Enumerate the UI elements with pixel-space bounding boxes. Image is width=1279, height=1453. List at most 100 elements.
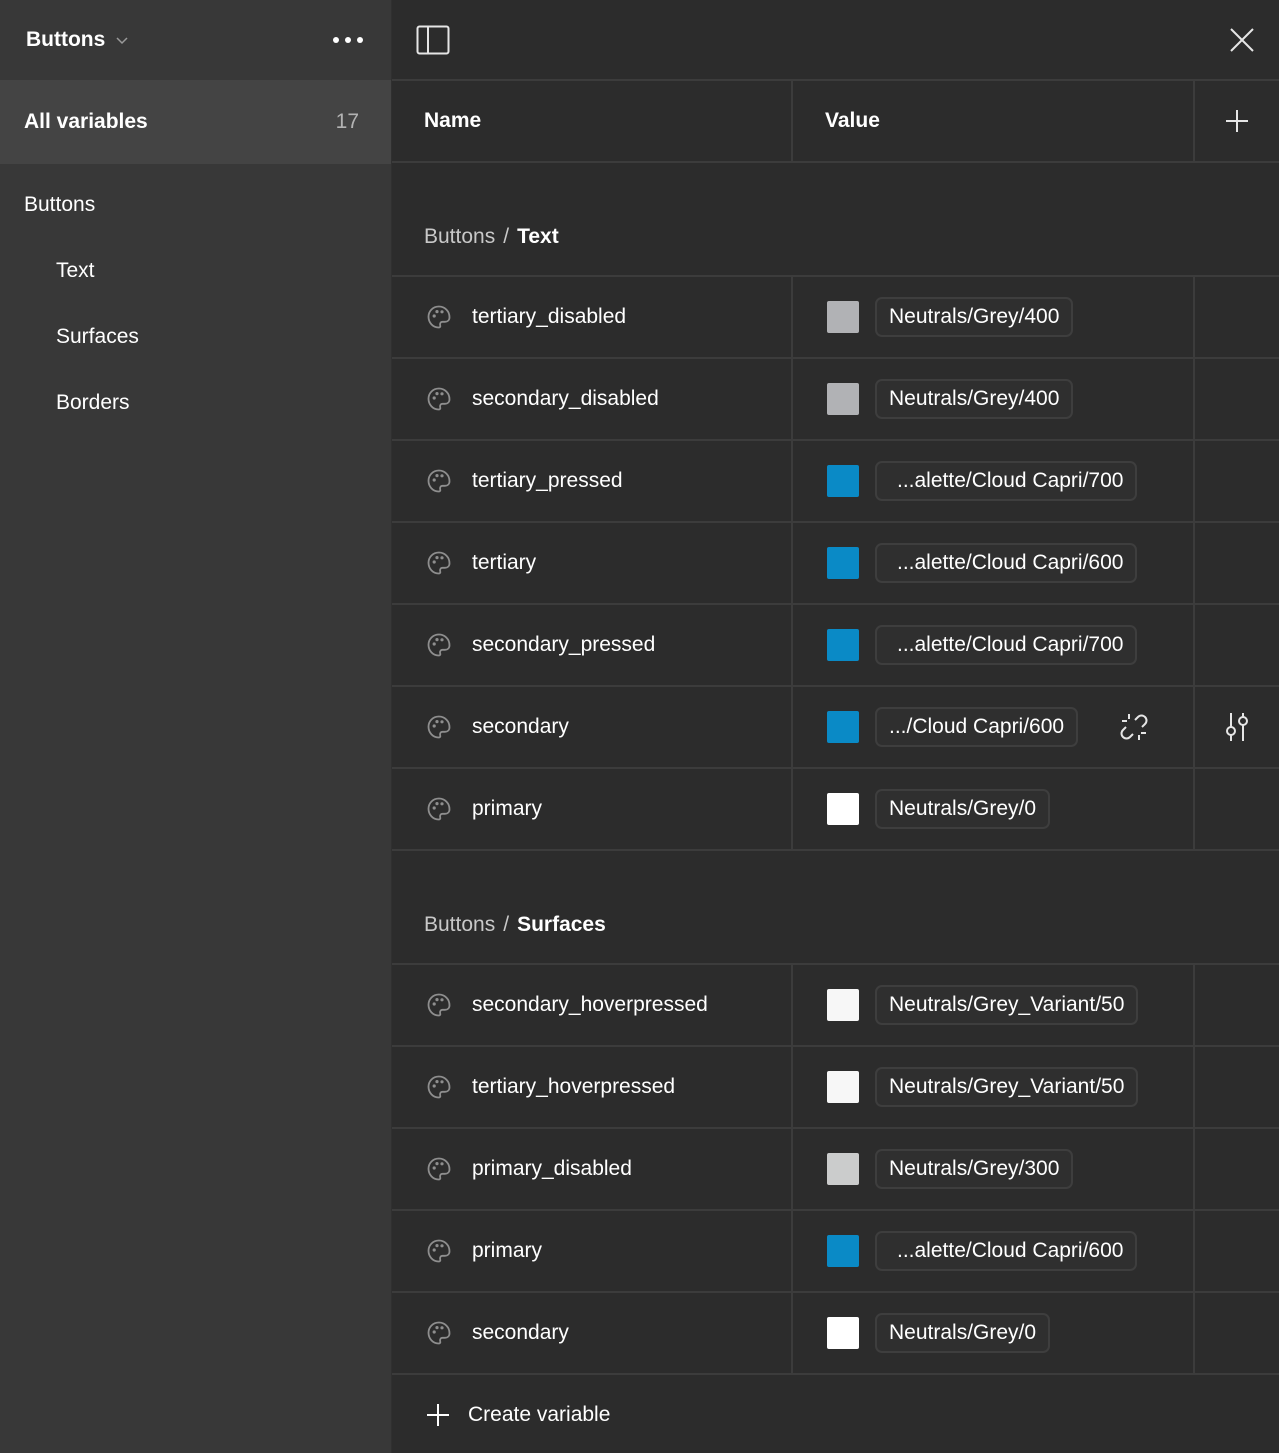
variable-name: tertiary_disabled: [472, 305, 627, 328]
variable-row[interactable]: secondary_disabled Neutrals/Grey/400: [392, 359, 1279, 441]
toggle-sidebar-button[interactable]: [416, 25, 450, 55]
alias-pill[interactable]: ...alette/Cloud Capri/600: [875, 1231, 1138, 1271]
variable-sections: Buttons / Text tertiary_disabled Neutral…: [392, 163, 1279, 1375]
action-cell: [1195, 605, 1279, 685]
name-cell[interactable]: tertiary_hoverpressed: [392, 1047, 793, 1127]
all-variables-count: 17: [335, 110, 359, 133]
name-cell[interactable]: primary_disabled: [392, 1129, 793, 1209]
color-swatch: [827, 301, 859, 333]
name-cell[interactable]: primary: [392, 769, 793, 849]
action-cell: [1195, 965, 1279, 1045]
alias-pill[interactable]: ...alette/Cloud Capri/700: [875, 625, 1138, 665]
value-cell[interactable]: Neutrals/Grey/400: [793, 359, 1195, 439]
close-icon: [1230, 27, 1254, 52]
palette-icon: [427, 797, 451, 821]
variable-row[interactable]: secondary .../Cloud Capri/600: [392, 687, 1279, 769]
value-cell[interactable]: Neutrals/Grey_Variant/50: [793, 1047, 1195, 1127]
value-cell[interactable]: Neutrals/Grey/0: [793, 769, 1195, 849]
alias-pill[interactable]: Neutrals/Grey/300: [875, 1149, 1074, 1189]
collection-dropdown[interactable]: Buttons: [26, 28, 129, 52]
alias-pill[interactable]: Neutrals/Grey_Variant/50: [875, 1067, 1139, 1107]
variable-name: secondary: [472, 1321, 569, 1344]
variable-row[interactable]: tertiary_disabled Neutrals/Grey/400: [392, 277, 1279, 359]
sidebar-header: Buttons: [0, 0, 391, 80]
palette-icon: [427, 715, 451, 739]
variable-row[interactable]: primary_disabled Neutrals/Grey/300: [392, 1129, 1279, 1211]
color-swatch: [827, 465, 859, 497]
color-swatch: [827, 1153, 859, 1185]
palette-icon: [427, 993, 451, 1017]
sidebar-item-buttons[interactable]: Buttons: [0, 172, 391, 238]
variable-row[interactable]: secondary_hoverpressed Neutrals/Grey_Var…: [392, 965, 1279, 1047]
value-cell[interactable]: ...alette/Cloud Capri/600: [793, 523, 1195, 603]
name-cell[interactable]: secondary_disabled: [392, 359, 793, 439]
value-cell[interactable]: ...alette/Cloud Capri/700: [793, 441, 1195, 521]
value-cell[interactable]: Neutrals/Grey/400: [793, 277, 1195, 357]
plus-icon: [1226, 110, 1248, 132]
close-button[interactable]: [1229, 27, 1255, 53]
variable-row[interactable]: tertiary ...alette/Cloud Capri/600: [392, 523, 1279, 605]
variable-name: secondary_hoverpressed: [472, 993, 708, 1016]
sidebar-item-all-variables[interactable]: All variables 17: [0, 80, 391, 164]
alias-pill[interactable]: Neutrals/Grey/400: [875, 297, 1074, 337]
value-cell[interactable]: ...alette/Cloud Capri/700: [793, 605, 1195, 685]
group-breadcrumb: Buttons / Text: [392, 163, 1279, 277]
alias-pill[interactable]: Neutrals/Grey_Variant/50: [875, 985, 1139, 1025]
name-cell[interactable]: tertiary_pressed: [392, 441, 793, 521]
action-cell: [1195, 359, 1279, 439]
alias-pill[interactable]: Neutrals/Grey/400: [875, 379, 1074, 419]
name-cell[interactable]: secondary_pressed: [392, 605, 793, 685]
value-cell[interactable]: ...alette/Cloud Capri/600: [793, 1211, 1195, 1291]
name-cell[interactable]: secondary: [392, 687, 793, 767]
alias-pill[interactable]: Neutrals/Grey/0: [875, 1313, 1051, 1353]
action-cell: [1195, 523, 1279, 603]
value-cell[interactable]: .../Cloud Capri/600: [793, 687, 1195, 767]
group-parent: Buttons: [424, 225, 496, 248]
more-options-button[interactable]: [329, 33, 367, 47]
sliders-icon[interactable]: [1223, 711, 1251, 743]
detach-alias-button[interactable]: [1118, 711, 1150, 743]
name-cell[interactable]: primary: [392, 1211, 793, 1291]
variable-row[interactable]: secondary Neutrals/Grey/0: [392, 1293, 1279, 1375]
action-cell: [1195, 1047, 1279, 1127]
variable-row[interactable]: primary ...alette/Cloud Capri/600: [392, 1211, 1279, 1293]
action-cell: [1195, 441, 1279, 521]
table-header: Name Value: [392, 81, 1279, 163]
add-mode-button[interactable]: [1195, 81, 1279, 161]
action-cell: [1195, 1211, 1279, 1291]
value-cell[interactable]: Neutrals/Grey/300: [793, 1129, 1195, 1209]
sidebar-item-text[interactable]: Text: [0, 238, 391, 304]
action-cell: [1195, 1293, 1279, 1373]
all-variables-label: All variables: [24, 110, 148, 133]
variable-row[interactable]: tertiary_hoverpressed Neutrals/Grey_Vari…: [392, 1047, 1279, 1129]
breadcrumb-separator: /: [503, 225, 510, 248]
action-cell: [1195, 277, 1279, 357]
name-cell[interactable]: secondary_hoverpressed: [392, 965, 793, 1045]
name-cell[interactable]: secondary: [392, 1293, 793, 1373]
alias-pill[interactable]: ...alette/Cloud Capri/600: [875, 543, 1138, 583]
variable-row[interactable]: secondary_pressed ...alette/Cloud Capri/…: [392, 605, 1279, 687]
group-breadcrumb: Buttons / Surfaces: [392, 851, 1279, 965]
value-cell[interactable]: Neutrals/Grey_Variant/50: [793, 965, 1195, 1045]
sidebar-item-surfaces[interactable]: Surfaces: [0, 304, 391, 370]
variable-row[interactable]: primary Neutrals/Grey/0: [392, 769, 1279, 851]
color-swatch: [827, 1235, 859, 1267]
name-cell[interactable]: tertiary: [392, 523, 793, 603]
name-cell[interactable]: tertiary_disabled: [392, 277, 793, 357]
create-variable-button[interactable]: Create variable: [392, 1375, 1279, 1453]
value-cell[interactable]: Neutrals/Grey/0: [793, 1293, 1195, 1373]
group-parent: Buttons: [424, 913, 496, 936]
action-cell: [1195, 769, 1279, 849]
top-bar: [392, 0, 1279, 81]
action-cell[interactable]: [1195, 687, 1279, 767]
alias-pill[interactable]: ...alette/Cloud Capri/700: [875, 461, 1138, 501]
alias-pill[interactable]: .../Cloud Capri/600: [875, 707, 1079, 747]
sidebar-item-borders[interactable]: Borders: [0, 370, 391, 436]
group-name: Text: [517, 225, 559, 248]
color-swatch: [827, 1317, 859, 1349]
alias-pill[interactable]: Neutrals/Grey/0: [875, 789, 1051, 829]
palette-icon: [427, 1075, 451, 1099]
variable-row[interactable]: tertiary_pressed ...alette/Cloud Capri/7…: [392, 441, 1279, 523]
color-swatch: [827, 629, 859, 661]
variable-name: tertiary_hoverpressed: [472, 1075, 676, 1098]
